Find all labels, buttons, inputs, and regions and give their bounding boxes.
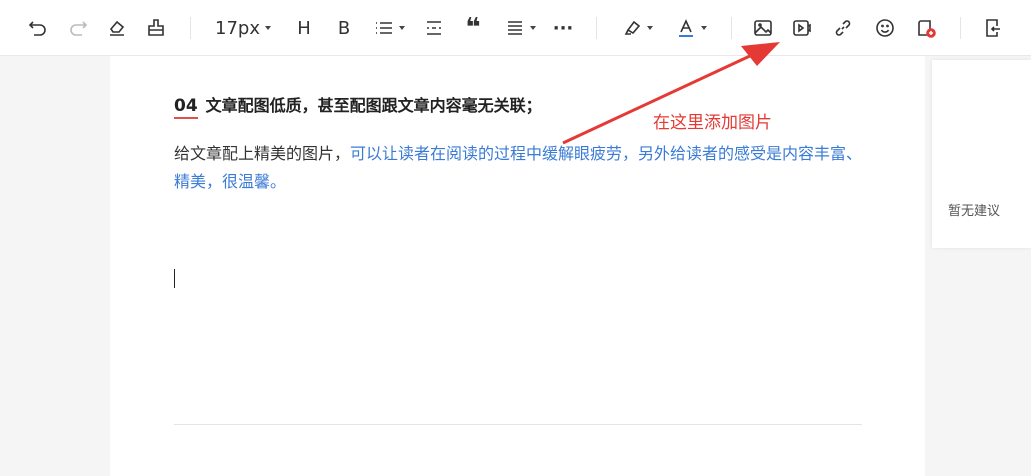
annotation-arrow xyxy=(562,42,780,145)
annotation-text: 在这里添加图片 xyxy=(653,113,772,133)
